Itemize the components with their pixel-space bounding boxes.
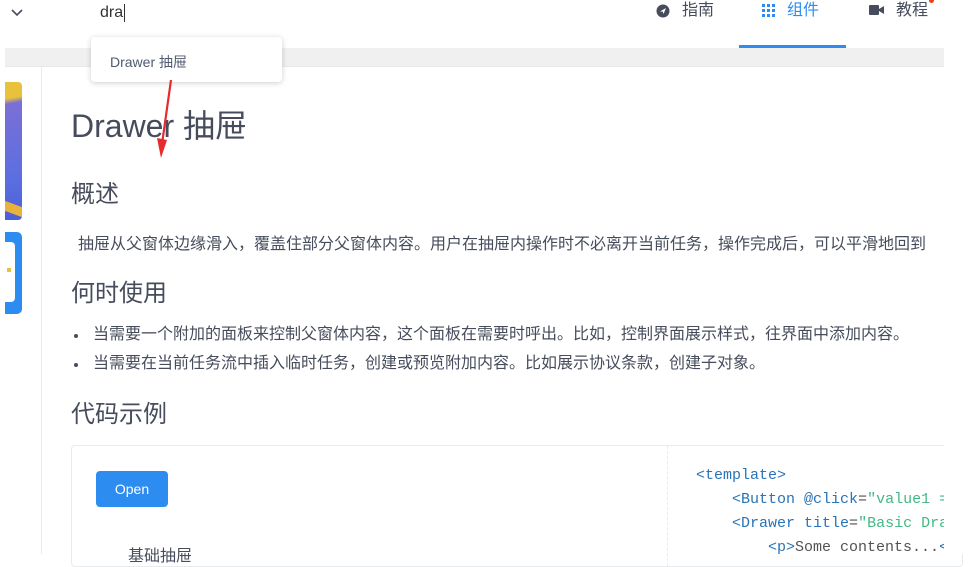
demo-split-divider (667, 446, 669, 566)
video-icon (869, 5, 884, 15)
nav-tutorial-label: 教程 (896, 2, 929, 19)
sidebar-promo-image[interactable] (5, 82, 22, 220)
grid-icon (762, 4, 775, 17)
compass-icon (656, 4, 670, 18)
code-examples-heading: 代码示例 (71, 401, 167, 428)
code-line: <p>Some contents...</ (768, 539, 957, 556)
demo-card: Open 基础抽屉 <template> <Button @click="val… (71, 445, 963, 567)
sidebar-divider (41, 66, 42, 554)
sidebar-promo-card[interactable] (5, 232, 22, 314)
nav-components[interactable]: 组件 (762, 0, 819, 48)
search-suggestion-dropdown: Drawer 抽屉 (91, 37, 282, 82)
list-item: 当需要在当前任务流中插入临时任务，创建或预览附加内容。比如展示协议条款，创建子对… (71, 352, 909, 376)
right-edge (944, 0, 972, 554)
overview-text: 抽屉从父窗体边缘滑入，覆盖住部分父窗体内容。用户在抽屉内操作时不必离开当前任务，… (78, 236, 927, 253)
when-to-use-heading: 何时使用 (71, 280, 167, 307)
nav-tutorial[interactable]: 教程 (869, 0, 928, 48)
when-to-use-list: 当需要一个附加的面板来控制父窗体内容，这个面板在需要时呼出。比如，控制界面展示样… (71, 323, 909, 381)
nav-components-label: 组件 (787, 2, 820, 19)
red-arrow-annotation (157, 79, 173, 158)
code-block[interactable]: <template> <Button @click="value1 = <Dra… (696, 464, 957, 560)
code-line: <Button @click="value1 = (732, 491, 949, 508)
open-drawer-button[interactable]: Open (96, 471, 168, 507)
nav-guide-label: 指南 (682, 2, 715, 19)
list-item: 当需要一个附加的面板来控制父窗体内容，这个面板在需要时呼出。比如，控制界面展示样… (71, 323, 909, 347)
code-line: <template> (696, 467, 787, 484)
nav-guide[interactable]: 指南 (656, 0, 714, 48)
overview-heading: 概述 (71, 181, 119, 208)
notification-dot (929, 0, 934, 3)
suggestion-item-drawer[interactable]: Drawer 抽屉 (110, 52, 187, 72)
demo-caption: 基础抽屉 (128, 548, 193, 565)
code-line: <Drawer title="Basic Dra (732, 515, 949, 532)
